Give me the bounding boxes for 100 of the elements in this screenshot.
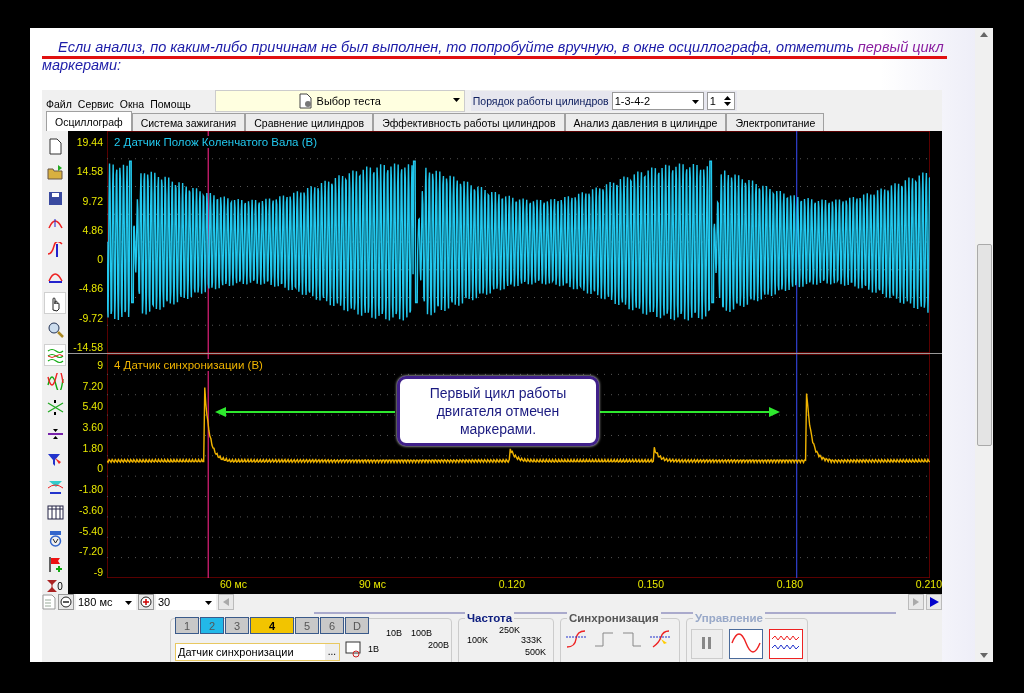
axis-tick: -9: [93, 566, 103, 578]
sensor-field[interactable]: Датчик синхронизации ...: [175, 642, 340, 661]
play-icon: [929, 597, 939, 607]
axis-tick: 19.44: [76, 137, 103, 148]
pause-icon: [701, 635, 714, 650]
sync-title: Синхронизация: [567, 612, 661, 624]
tab[interactable]: Сравнение цилиндров: [245, 113, 374, 131]
up-arrow-icon: [980, 32, 988, 37]
dial-label: 10В: [386, 628, 402, 638]
axis-tick: -4.86: [79, 283, 103, 295]
instruction-text: Если анализ, по каким-либо причинам не был выполнен, то попробуйте вручную, в окне осциллографа, отметить первый цикл маркерами:: [42, 38, 947, 74]
tab[interactable]: Анализ давления в цилиндре: [564, 113, 727, 131]
axis-tick: 9: [97, 360, 103, 371]
play-button[interactable]: [926, 594, 942, 610]
channel-button[interactable]: 6: [320, 617, 344, 634]
monitor-icon: [344, 640, 362, 658]
test-select[interactable]: Выбор теста: [214, 90, 465, 112]
plus-icon: [140, 596, 152, 608]
new-icon: [46, 137, 64, 155]
menu-item[interactable]: Окна: [119, 98, 145, 112]
menu-item[interactable]: Файл: [46, 98, 72, 112]
multi-wave-button[interactable]: [769, 629, 803, 659]
waves-icon: [46, 373, 64, 391]
browse-button[interactable]: ...: [324, 643, 339, 660]
axis-tick: 5.40: [82, 401, 103, 413]
caret-icon: [691, 100, 699, 104]
axis-tick: -9.72: [79, 312, 103, 324]
left-arrow-icon: [223, 598, 229, 606]
dial-label: 200В: [428, 640, 450, 650]
channel-button[interactable]: 4: [250, 617, 294, 634]
dial-label: 500K: [525, 647, 547, 657]
channel-button[interactable]: 5: [295, 617, 319, 634]
open-icon: [46, 163, 64, 181]
spinner-icon: [723, 95, 731, 107]
channel-button[interactable]: 1: [175, 617, 199, 634]
axis-tick: 7.20: [82, 380, 103, 392]
axis-tick: 0.180: [775, 578, 803, 592]
timebase-select[interactable]: 180 мс: [76, 594, 136, 610]
tab[interactable]: Электропитание: [726, 113, 825, 131]
sine-button[interactable]: [729, 629, 764, 659]
cylinder-order-select[interactable]: 1-3-4-2: [611, 92, 704, 110]
save-icon: [46, 189, 64, 207]
points-select[interactable]: 30: [156, 594, 216, 610]
test-select-value: Выбор теста: [316, 95, 381, 107]
tab[interactable]: Осциллограф: [46, 111, 132, 131]
zoom-icon: [46, 320, 64, 338]
axis-tick: 90 мс: [357, 578, 386, 592]
axis-tick: 14.58: [76, 166, 103, 178]
caret-icon: [205, 601, 212, 605]
axis-tick: -5.40: [79, 525, 103, 537]
axis-tick: -7.20: [79, 546, 103, 558]
axis-tick: -14.58: [73, 341, 103, 353]
axis-tick: 9.72: [82, 195, 103, 207]
axis-tick: 4.86: [82, 224, 103, 236]
document-gear-icon: [298, 93, 313, 109]
tool-button[interactable]: [44, 292, 66, 315]
scroll-thumb[interactable]: [976, 244, 992, 446]
cross-icon: [46, 399, 64, 417]
sine-wave-icon: [731, 632, 762, 653]
frequency-title: Частота: [465, 612, 515, 624]
pause-button[interactable]: [691, 629, 724, 659]
down-arrow-icon: [980, 653, 988, 658]
axis-tick: 0: [97, 463, 103, 475]
axis-tick: 60 мс: [218, 578, 247, 592]
menu-item[interactable]: Сервис: [77, 98, 114, 112]
caret-icon: [452, 98, 460, 102]
dial-label: 100В: [411, 628, 433, 638]
overlay-icon: [46, 346, 64, 364]
right-arrow-icon: [913, 598, 919, 606]
menu-item[interactable]: Помощь: [150, 98, 191, 112]
step-up-icon: [593, 629, 615, 649]
axis-tick: 3.60: [82, 422, 103, 434]
dial-label: 100K: [467, 635, 489, 645]
marker-count: 0: [57, 580, 63, 592]
axis-tick: 0.210: [914, 578, 942, 592]
zoom-out-button[interactable]: [58, 594, 74, 610]
axis-tick: 1.80: [82, 442, 103, 454]
scrollbar[interactable]: [975, 28, 993, 662]
channel-button[interactable]: D: [345, 617, 369, 634]
dial-label: 1В: [368, 644, 379, 654]
channel-button[interactable]: 3: [225, 617, 249, 634]
zoom-in-button[interactable]: [138, 594, 154, 610]
dial-label: 333K: [521, 635, 543, 645]
axis-tick: 0: [97, 254, 103, 266]
channel-title: 4 Датчик синхронизации (В): [112, 359, 265, 371]
vscale-icon: [46, 242, 64, 260]
axis-tick: 0.120: [497, 578, 525, 592]
tab[interactable]: Система зажигания: [131, 113, 246, 131]
tab[interactable]: Эффективность работы цилиндров: [373, 113, 565, 131]
marker-icon: [47, 579, 58, 592]
caret-icon: [125, 601, 132, 605]
cylinder-spin-field[interactable]: 1: [706, 92, 735, 110]
callout-text: Первый цикл работы двигателя отмечен маркерами.: [397, 376, 599, 446]
dial-label: 250K: [499, 625, 521, 635]
axis-tick: -1.80: [79, 484, 103, 496]
rising-trigger-icon: [565, 629, 587, 649]
flag-icon: [46, 556, 64, 574]
cursor-trigger-icon: [649, 629, 671, 649]
checklist-icon: [42, 594, 56, 610]
step-down-icon: [621, 629, 643, 649]
